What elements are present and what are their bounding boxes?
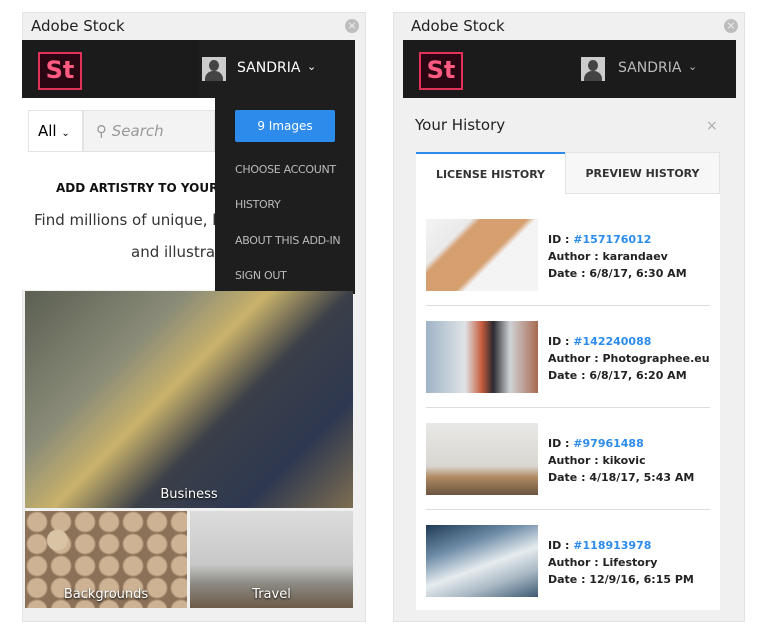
thumbnail[interactable]	[426, 525, 538, 597]
date: Date : 4/18/17, 5:43 AM	[548, 471, 695, 484]
thumbnail[interactable]	[426, 423, 538, 495]
author: Author : kikovic	[548, 454, 646, 467]
history-item[interactable]: ID : #118913978 Author : Lifestory Date : …	[426, 525, 710, 597]
tagline-line-1: Find millions of unique, hi	[34, 211, 226, 229]
id-label: ID :	[548, 335, 574, 348]
category-label: Travel	[252, 587, 291, 602]
panel-title: Adobe Stock	[411, 17, 505, 35]
menu-item-choose-account[interactable]: CHOOSE ACCOUNT	[235, 163, 336, 176]
images-button[interactable]: 9 Images	[235, 110, 335, 142]
header-bar: St SANDRIA ⌄	[403, 40, 736, 98]
chevron-down-icon: ⌄	[307, 60, 317, 73]
divider	[426, 407, 710, 408]
author: Author : Lifestory	[548, 556, 658, 569]
history-heading: Your History	[415, 116, 506, 134]
close-icon[interactable]: ×	[724, 19, 738, 33]
search-input[interactable]: ⚲ Search	[83, 110, 215, 152]
history-item[interactable]: ID : #157176012 Author : karandaev Date : …	[426, 219, 710, 291]
header-bar: St SANDRIA ⌄	[22, 40, 355, 98]
filter-select[interactable]: All ⌄	[28, 110, 83, 152]
chevron-down-icon: ⌄	[61, 128, 70, 139]
search-icon: ⚲	[96, 122, 107, 140]
filter-value: All	[38, 122, 57, 140]
category-travel[interactable]: Travel	[190, 511, 353, 608]
panel-title: Adobe Stock	[31, 17, 125, 35]
category-business[interactable]: Business	[25, 291, 353, 508]
close-history-icon[interactable]: ×	[706, 118, 718, 134]
id-link[interactable]: #157176012	[573, 233, 651, 246]
tab-license-history[interactable]: LICENSE HISTORY	[416, 152, 565, 194]
date: Date : 6/8/17, 6:20 AM	[548, 369, 687, 382]
divider	[426, 509, 710, 510]
id-label: ID :	[548, 539, 574, 552]
category-backgrounds[interactable]: Backgrounds	[25, 511, 187, 608]
menu-item-history[interactable]: HISTORY	[235, 198, 281, 211]
author: Author : Photographee.eu	[548, 352, 710, 365]
close-icon[interactable]: ×	[345, 19, 359, 33]
search-placeholder: Search	[111, 122, 164, 140]
history-item[interactable]: ID : #97961488 Author : kikovic Date : 4/1…	[426, 423, 710, 495]
username: SANDRIA	[237, 60, 301, 76]
history-item[interactable]: ID : #142240088 Author : Photographee.eu D…	[426, 321, 710, 393]
menu-item-sign-out[interactable]: SIGN OUT	[235, 269, 287, 282]
id-label: ID :	[548, 437, 574, 450]
id-label: ID :	[548, 233, 574, 246]
thumbnail[interactable]	[426, 321, 538, 393]
user-menu-toggle[interactable]: SANDRIA ⌄	[199, 40, 355, 98]
tab-preview-history[interactable]: PREVIEW HISTORY	[565, 152, 720, 194]
avatar-icon	[581, 57, 605, 81]
chevron-down-icon[interactable]: ⌄	[688, 60, 697, 73]
username[interactable]: SANDRIA	[618, 60, 681, 76]
date: Date : 12/9/16, 6:15 PM	[548, 573, 694, 586]
adobe-stock-logo: St	[419, 52, 463, 90]
headline: ADD ARTISTRY TO YOUR	[56, 181, 219, 195]
adobe-stock-logo: St	[38, 52, 82, 90]
id-link[interactable]: #142240088	[573, 335, 651, 348]
id-link[interactable]: #97961488	[573, 437, 643, 450]
date: Date : 6/8/17, 6:30 AM	[548, 267, 687, 280]
category-label: Business	[160, 487, 218, 502]
category-label: Backgrounds	[63, 587, 149, 602]
divider	[426, 305, 710, 306]
avatar-icon	[202, 57, 226, 81]
id-link[interactable]: #118913978	[573, 539, 651, 552]
tagline-line-2: and illustrat	[131, 243, 221, 261]
user-dropdown-menu: 9 Images CHOOSE ACCOUNT HISTORY ABOUT TH…	[215, 98, 355, 294]
thumbnail[interactable]	[426, 219, 538, 291]
menu-item-about[interactable]: ABOUT THIS ADD-IN	[235, 234, 341, 247]
author: Author : karandaev	[548, 250, 668, 263]
